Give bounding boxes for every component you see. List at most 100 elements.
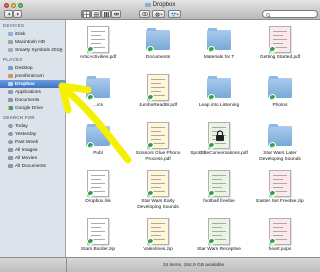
zoom-window-button[interactable] — [18, 3, 23, 8]
sync-check-icon — [87, 94, 94, 101]
file-item[interactable]: Star Wars Early Developing Sounds — [128, 168, 188, 217]
file-item[interactable]: football freebie — [189, 168, 249, 217]
icon-view-button[interactable] — [81, 10, 91, 18]
close-window-button[interactable] — [4, 3, 9, 8]
sidebar-item-macintosh-hd[interactable]: Macintosh HD — [0, 38, 66, 46]
sync-check-icon — [269, 46, 276, 53]
document-line — [91, 223, 105, 224]
file-name: JumboReadW.pdf — [138, 103, 178, 108]
file-item[interactable]: Dropbox.lnk — [68, 168, 128, 217]
document-line — [91, 183, 105, 184]
file-item[interactable]: Getting Started.pdf — [250, 24, 310, 73]
sidebar-section-places[interactable]: PLACES — [3, 57, 22, 62]
sync-check-icon — [208, 142, 215, 149]
sync-check-icon — [208, 46, 215, 53]
sync-check-icon — [87, 142, 94, 149]
eject-icon[interactable] — [59, 48, 63, 52]
minimize-window-button[interactable] — [11, 3, 16, 8]
document-line — [151, 179, 161, 180]
file-name: Star Wars Early Developing Sounds — [137, 199, 179, 210]
search-icon — [266, 12, 271, 18]
document-line — [273, 183, 287, 184]
sidebar-item-home[interactable]: jenniferalcorn — [0, 72, 66, 80]
sync-check-icon — [147, 94, 154, 101]
sync-check-icon — [87, 238, 94, 245]
file-item[interactable]: ArticActivities.pdf — [68, 24, 128, 73]
file-name: Valentines.zip — [143, 247, 173, 252]
dropbox-folder-icon — [8, 82, 13, 86]
document-line — [91, 235, 101, 236]
lock-icon — [216, 130, 224, 141]
sidebar-item-all-images[interactable]: All Images — [0, 146, 66, 154]
file-name: heart pops — [268, 247, 292, 252]
cover-flow-button[interactable] — [111, 10, 121, 18]
action-menu-button[interactable] — [152, 10, 165, 18]
sidebar-item-all-documents[interactable]: All Documents — [0, 162, 66, 170]
file-item[interactable]: Leap into Listening — [189, 72, 249, 121]
file-item[interactable]: Star Wars Later Developing Sounds — [250, 120, 310, 169]
sidebar-section-search-for[interactable]: SEARCH FOR — [3, 115, 35, 120]
sidebar-item-google-drive[interactable]: Google Drive — [0, 104, 66, 112]
document-line — [151, 135, 165, 136]
file-item[interactable]: Publ — [68, 120, 128, 169]
document-line — [151, 183, 165, 184]
list-view-button[interactable] — [91, 10, 101, 18]
document-line — [151, 235, 161, 236]
file-item[interactable]: Spot$$leConversations.pdf — [189, 120, 249, 169]
file-item[interactable]: JumboReadW.pdf — [128, 72, 188, 121]
file-name: Leap into Listening — [198, 103, 240, 108]
back-button[interactable] — [4, 10, 13, 18]
file-item[interactable]: Scissors Glue Phono Process.pdf — [128, 120, 188, 169]
sidebar-item-label: All Images — [15, 147, 38, 153]
sidebar-item-smarty-symbols[interactable]: Smarty Symbols 2012 — [0, 46, 66, 54]
sidebar-item-desktop[interactable]: Desktop — [0, 64, 66, 72]
quick-look-button[interactable] — [139, 10, 150, 18]
sidebar-item-today[interactable]: Today — [0, 122, 66, 130]
sidebar-item-past-week[interactable]: Past Week — [0, 138, 66, 146]
document-line — [273, 43, 283, 44]
sidebar-item-label: Google Drive — [15, 105, 43, 111]
forward-button[interactable] — [13, 10, 22, 18]
sync-check-icon — [147, 142, 154, 149]
chevron-down-icon — [175, 13, 179, 15]
sidebar-item-yesterday[interactable]: Yesterday — [0, 130, 66, 138]
file-name: Easter Set Freebie.zip — [256, 199, 304, 204]
sidebar-section-devices[interactable]: DEVICES — [3, 23, 24, 28]
file-name: football freebie — [203, 199, 235, 204]
sidebar-item-dropbox[interactable]: Dropbox — [0, 80, 66, 88]
documents-icon — [8, 98, 13, 102]
cover-flow-icon — [113, 12, 119, 15]
sidebar-item-documents[interactable]: Documents — [0, 96, 66, 104]
document-line — [212, 231, 226, 232]
column-view-button[interactable] — [101, 10, 111, 18]
document-line — [273, 223, 287, 224]
file-item[interactable]: Materials for T — [189, 24, 249, 73]
window-title-text: Dropbox — [152, 2, 176, 8]
sidebar-item-label: jenniferalcorn — [15, 73, 44, 79]
document-line — [151, 87, 165, 88]
document-line — [91, 39, 105, 40]
search-input[interactable] — [262, 10, 318, 18]
document-line — [212, 187, 222, 188]
dropbox-menu-button[interactable] — [168, 10, 181, 18]
file-item[interactable]: ...ics — [68, 72, 128, 121]
sidebar-item-label: Dropbox — [15, 81, 35, 87]
sync-check-icon — [269, 142, 276, 149]
file-name: ...ics — [93, 103, 103, 108]
file-name: Documents — [145, 55, 171, 60]
status-text: 34 items, 184.9 GB available — [162, 263, 225, 268]
document-line — [273, 235, 283, 236]
document-line — [151, 187, 161, 188]
sidebar-item-idisk[interactable]: iDisk — [0, 30, 66, 38]
file-name: Getting Started.pdf — [259, 55, 301, 60]
document-line — [151, 223, 165, 224]
document-line — [212, 235, 222, 236]
sidebar-item-applications[interactable]: Applications — [0, 88, 66, 96]
file-item[interactable]: Documents — [128, 24, 188, 73]
file-item[interactable]: Photos — [250, 72, 310, 121]
document-line — [91, 35, 101, 36]
sidebar-item-all-movies[interactable]: All Movies — [0, 154, 66, 162]
file-name: Photos — [272, 103, 288, 108]
sidebar: DEVICES iDisk Macintosh HD Smarty Symbol… — [0, 20, 66, 272]
file-item[interactable]: Easter Set Freebie.zip — [250, 168, 310, 217]
